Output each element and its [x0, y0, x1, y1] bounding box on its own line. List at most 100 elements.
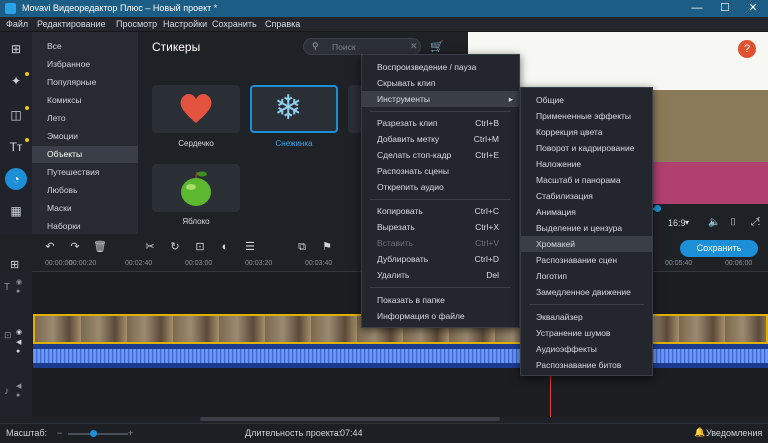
help-button[interactable]: ?	[738, 40, 756, 58]
overlay-icon[interactable]: ⧉	[295, 240, 309, 254]
menu-file[interactable]: Файл	[6, 19, 28, 29]
eye-icon[interactable]: ◉	[16, 328, 22, 336]
submenu-item[interactable]: Замедленное движение	[521, 284, 652, 300]
volume-icon[interactable]: 🔈	[708, 217, 720, 228]
bell-icon[interactable]: 🔔	[694, 427, 705, 438]
menu-item-freeze-frame[interactable]: Сделать стоп-кадр Ctrl+E	[362, 147, 519, 163]
notifications-link[interactable]: Уведомления	[706, 428, 762, 438]
aspect-ratio[interactable]: 16:9	[668, 218, 686, 228]
sticker-card[interactable]	[152, 164, 240, 212]
close-button[interactable]: ✕	[740, 1, 766, 16]
menu-item-file-info[interactable]: Информация о файле	[362, 308, 519, 324]
submenu-item[interactable]: Анимация	[521, 204, 652, 220]
chevron-down-icon[interactable]: ▾	[685, 218, 689, 227]
preview-foreground	[653, 162, 768, 204]
menu-item-play-pause[interactable]: Воспроизведение / пауза	[362, 59, 519, 75]
magic-wand-icon[interactable]: ✦	[5, 70, 27, 92]
delete-icon[interactable]: 🗑	[93, 240, 107, 254]
audio-waveform[interactable]	[33, 344, 768, 368]
undo-icon[interactable]: ↶	[43, 240, 57, 254]
minimize-button[interactable]: —	[684, 1, 710, 16]
zoom-slider[interactable]	[68, 433, 128, 435]
menu-item-add-marker[interactable]: Добавить метку Ctrl+M	[362, 131, 519, 147]
category-item[interactable]: Все	[32, 38, 138, 55]
menu-item-detach-audio[interactable]: Открепить аудио	[362, 179, 519, 195]
submenu-item[interactable]: Выделение и цензура	[521, 220, 652, 236]
submenu-item[interactable]: Наложение	[521, 156, 652, 172]
category-item[interactable]: Эмоции	[32, 128, 138, 145]
submenu-item[interactable]: Устранение шумов	[521, 325, 652, 341]
flag-icon[interactable]: ⚑	[320, 240, 334, 254]
zoom-out-icon[interactable]: −	[57, 428, 62, 438]
save-button[interactable]: Сохранить	[680, 240, 758, 257]
category-item[interactable]: Комиксы	[32, 92, 138, 109]
lock-icon[interactable]: ●	[16, 392, 20, 399]
sticker-card[interactable]	[348, 85, 362, 133]
redo-icon[interactable]: ↷	[68, 240, 82, 254]
speaker-icon[interactable]: ◀	[16, 382, 21, 390]
menu-item-show-in-folder[interactable]: Показать в папке	[362, 292, 519, 308]
menu-item-duplicate[interactable]: Дублировать Ctrl+D	[362, 251, 519, 267]
category-item[interactable]: Маски	[32, 200, 138, 217]
titles-icon[interactable]: Tт	[5, 136, 27, 158]
crop-icon[interactable]: ⊡	[193, 240, 207, 254]
menu-help[interactable]: Справка	[265, 19, 300, 29]
menu-view[interactable]: Просмотр	[116, 19, 157, 29]
color-icon[interactable]: ◐	[218, 240, 232, 254]
menu-item-detect-scenes[interactable]: Распознать сцены	[362, 163, 519, 179]
cut-icon[interactable]: ✂	[143, 240, 157, 254]
submenu-item[interactable]: Примененные эффекты	[521, 108, 652, 124]
lock-icon[interactable]: ●	[16, 348, 20, 355]
search-input[interactable]: ⚲ Поиск ✕	[303, 38, 421, 55]
category-item[interactable]: Наборки	[32, 218, 138, 235]
submenu-item[interactable]: Распознавание сцен	[521, 252, 652, 268]
submenu-item[interactable]: Масштаб и панорама	[521, 172, 652, 188]
menu-item-delete[interactable]: Удалить Del	[362, 267, 519, 283]
menu-edit[interactable]: Редактирование	[37, 19, 106, 29]
progress-handle[interactable]	[654, 205, 661, 212]
adjust-icon[interactable]: ☰	[243, 240, 257, 254]
submenu-item[interactable]: Логотип	[521, 268, 652, 284]
menu-item-tools[interactable]: Инструменты ▸	[362, 91, 519, 107]
sticker-card-selected[interactable]: ❄	[250, 85, 338, 133]
category-item-selected[interactable]: Объекты	[32, 146, 138, 163]
more-icon[interactable]: ⋮	[754, 216, 764, 227]
submenu-item[interactable]: Аудиоэффекты	[521, 341, 652, 357]
snapshot-icon[interactable]: ⌷	[730, 217, 736, 228]
clear-icon[interactable]: ✕	[410, 41, 418, 52]
lock-icon[interactable]: ●	[16, 288, 20, 295]
cart-icon[interactable]: 🛒	[430, 40, 444, 53]
menu-save[interactable]: Сохранить	[212, 19, 257, 29]
menu-item-cut[interactable]: Вырезать Ctrl+X	[362, 219, 519, 235]
submenu-item[interactable]: Поворот и кадрирование	[521, 140, 652, 156]
more-tools-icon[interactable]: ▦	[5, 200, 27, 222]
menu-item-hide-clip[interactable]: Скрывать клип	[362, 75, 519, 91]
submenu-item[interactable]: Коррекция цвета	[521, 124, 652, 140]
speaker-icon[interactable]: ◀	[16, 338, 21, 346]
sticker-card[interactable]	[152, 85, 240, 133]
menu-item-cut-clip[interactable]: Разрезать клип Ctrl+B	[362, 115, 519, 131]
submenu-item-chromakey[interactable]: Хромакей	[521, 236, 652, 252]
submenu-item[interactable]: Общие	[521, 92, 652, 108]
maximize-button[interactable]: ☐	[712, 1, 738, 16]
category-item[interactable]: Лето	[32, 110, 138, 127]
transitions-icon[interactable]: ◫	[5, 104, 27, 126]
submenu-item[interactable]: Эквалайзер	[521, 309, 652, 325]
eye-icon[interactable]: ◉	[16, 278, 22, 286]
zoom-slider-handle[interactable]	[90, 430, 97, 437]
category-item[interactable]: Популярные	[32, 74, 138, 91]
menu-item-copy[interactable]: Копировать Ctrl+C	[362, 203, 519, 219]
menu-settings[interactable]: Настройки	[163, 19, 207, 29]
category-item[interactable]: Избранное	[32, 56, 138, 73]
submenu-item[interactable]: Стабилизация	[521, 188, 652, 204]
menu-separator	[370, 111, 511, 112]
zoom-in-icon[interactable]: +	[128, 428, 133, 438]
horizontal-scrollbar[interactable]	[200, 417, 500, 421]
category-item[interactable]: Любовь	[32, 182, 138, 199]
import-icon[interactable]: ⊞	[5, 38, 27, 60]
stickers-icon[interactable]: ◔	[5, 168, 27, 190]
category-item[interactable]: Путешествия	[32, 164, 138, 181]
submenu-item[interactable]: Распознавание битов	[521, 357, 652, 373]
add-track-icon[interactable]: ⊞	[10, 258, 19, 271]
rotate-icon[interactable]: ↻	[168, 240, 182, 254]
